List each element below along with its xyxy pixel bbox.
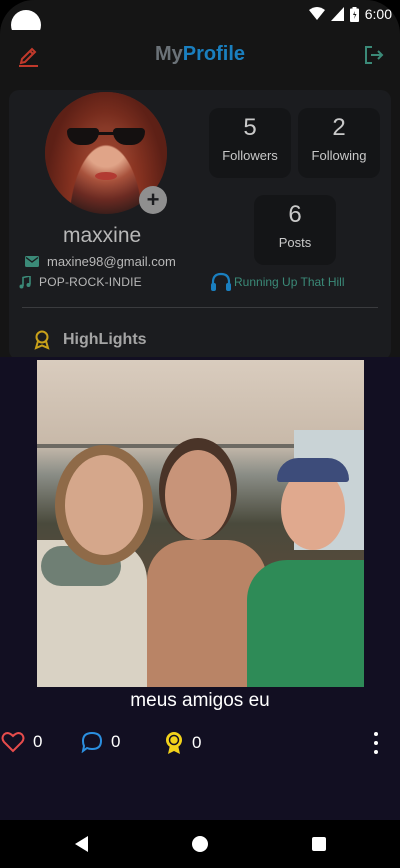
photo-face-left	[65, 455, 143, 555]
photo-green-shirt	[247, 560, 364, 687]
like-button[interactable]: 0	[1, 731, 42, 753]
photo-cap	[277, 458, 349, 482]
following-count: 2	[332, 114, 346, 141]
app-header: MyProfile	[0, 30, 400, 82]
status-icons: 6:00	[308, 4, 392, 24]
title-part-profile: Profile	[182, 43, 246, 65]
status-time: 6:00	[364, 6, 392, 22]
favorite-song-row[interactable]: Running Up That Hill	[210, 272, 345, 292]
email-icon	[25, 256, 39, 267]
headphones-icon	[211, 272, 231, 291]
award-count: 0	[192, 733, 202, 752]
posts-stat[interactable]: 6 Posts	[254, 195, 336, 265]
phone-screen: 6:00 MyProfile + 5 Followers 2 Following…	[0, 0, 400, 868]
genre-row: POP-ROCK-INDIE	[19, 275, 142, 289]
avatar-sunglasses	[67, 128, 145, 146]
favorite-song-text: Running Up That Hill	[234, 275, 345, 289]
avatar-lips	[95, 172, 117, 180]
profile-divider	[22, 307, 378, 308]
add-photo-button[interactable]: +	[139, 186, 167, 214]
username: maxxine	[63, 224, 142, 247]
post-image[interactable]	[37, 360, 364, 687]
recent-apps-icon[interactable]	[312, 837, 326, 851]
highlights-label: HighLights	[63, 331, 147, 348]
system-nav-bar	[0, 820, 400, 868]
back-icon[interactable]	[75, 836, 88, 852]
heart-icon	[1, 732, 25, 753]
award-button[interactable]: 0	[164, 731, 201, 755]
wifi-icon	[308, 7, 325, 20]
email-row: maxine98@gmail.com	[25, 254, 176, 269]
email-text: maxine98@gmail.com	[47, 254, 176, 269]
followers-count: 5	[243, 114, 257, 141]
title-part-my: My	[154, 43, 183, 65]
logout-button[interactable]	[362, 43, 386, 67]
post-caption: meus amigos eu	[130, 690, 270, 711]
comment-button[interactable]: 0	[81, 731, 120, 753]
battery-icon	[349, 6, 359, 22]
more-options-button[interactable]	[371, 732, 381, 754]
following-stat[interactable]: 2 Following	[298, 108, 380, 178]
more-vert-icon	[374, 732, 378, 754]
logout-icon	[365, 46, 384, 64]
home-icon[interactable]	[192, 836, 208, 852]
followers-stat[interactable]: 5 Followers	[209, 108, 291, 178]
page-title: MyProfile	[0, 43, 400, 66]
status-bar: 6:00	[0, 0, 400, 40]
comment-icon	[81, 731, 103, 753]
like-count: 0	[33, 732, 43, 751]
posts-label: Posts	[278, 235, 312, 250]
award-icon	[166, 732, 182, 754]
highlights-header[interactable]: HighLights	[33, 330, 147, 350]
award-icon	[34, 330, 50, 350]
genres-text: POP-ROCK-INDIE	[39, 275, 142, 289]
following-label: Following	[311, 148, 367, 163]
followers-label: Followers	[222, 148, 278, 163]
music-note-icon	[19, 275, 31, 288]
posts-count: 6	[288, 201, 302, 228]
photo-face-center	[165, 450, 231, 540]
comment-count: 0	[111, 732, 121, 751]
plus-icon: +	[146, 187, 160, 212]
signal-icon	[330, 7, 344, 21]
